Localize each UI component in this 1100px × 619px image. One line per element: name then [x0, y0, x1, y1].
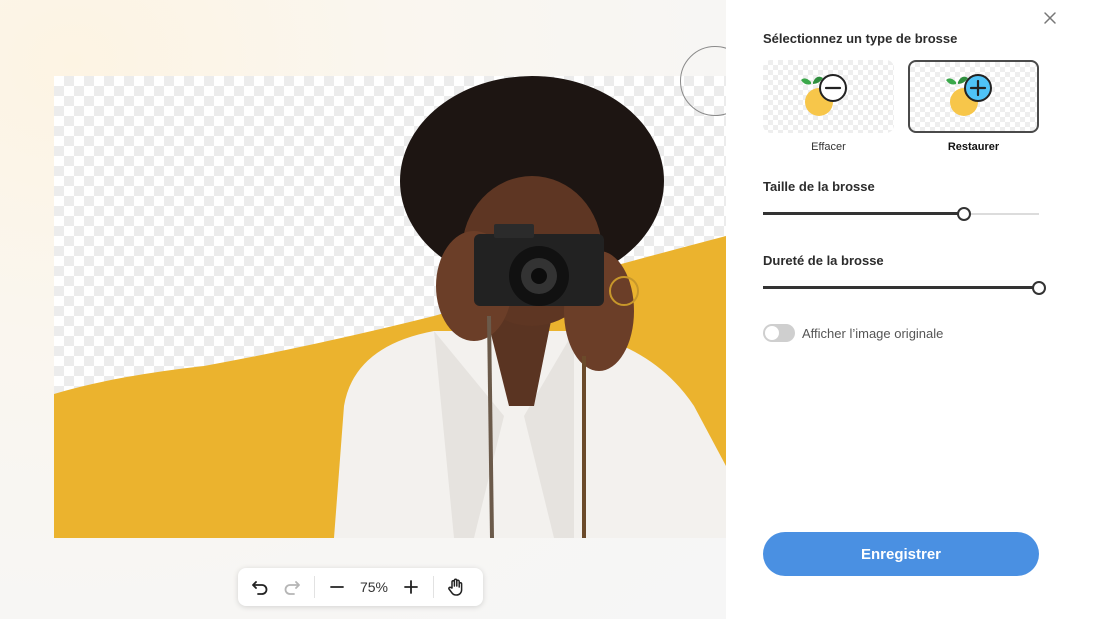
slider-fill	[763, 286, 1039, 289]
show-original-label: Afficher l’image originale	[802, 325, 944, 341]
slider-thumb[interactable]	[957, 207, 972, 221]
toolbar-divider	[314, 576, 315, 598]
plus-icon	[404, 580, 418, 594]
brush-settings-panel: Sélectionnez un type de brosse Effacer R…	[726, 0, 1100, 619]
erase-brush-icon	[801, 74, 847, 116]
image-canvas[interactable]	[54, 76, 726, 538]
editor-stage: 75%	[0, 0, 726, 619]
close-button[interactable]	[1042, 10, 1058, 26]
zoom-in-button[interactable]	[395, 571, 427, 603]
redo-icon	[284, 581, 300, 595]
erase-brush-label: Effacer	[811, 141, 846, 153]
zoom-level: 75%	[359, 579, 389, 595]
redo-button[interactable]	[276, 571, 308, 603]
editor-toolbar: 75%	[238, 568, 483, 606]
toggle-knob	[765, 326, 779, 340]
show-original-row: Afficher l’image originale	[763, 324, 943, 342]
erase-brush-option[interactable]	[763, 60, 894, 133]
toolbar-divider	[433, 576, 434, 598]
brush-type-title: Sélectionnez un type de brosse	[763, 31, 958, 46]
hand-icon	[448, 578, 463, 596]
brush-size-slider[interactable]	[763, 204, 1039, 224]
slider-fill	[763, 212, 965, 215]
pan-tool-button[interactable]	[440, 571, 472, 603]
photo-subject	[54, 76, 726, 538]
undo-button[interactable]	[244, 571, 276, 603]
brush-hardness-slider[interactable]	[763, 278, 1046, 298]
brush-hardness-title: Dureté de la brosse	[763, 253, 884, 268]
close-icon	[1044, 12, 1056, 24]
restore-brush-option[interactable]	[908, 60, 1039, 133]
zoom-out-button[interactable]	[321, 571, 353, 603]
slider-thumb[interactable]	[1032, 281, 1046, 295]
minus-icon	[330, 586, 344, 588]
restore-brush-label: Restaurer	[947, 141, 1000, 153]
save-button[interactable]: Enregistrer	[763, 532, 1039, 576]
show-original-toggle[interactable]	[763, 324, 795, 342]
brush-size-title: Taille de la brosse	[763, 179, 875, 194]
undo-icon	[252, 581, 268, 595]
restore-brush-icon	[946, 74, 992, 116]
